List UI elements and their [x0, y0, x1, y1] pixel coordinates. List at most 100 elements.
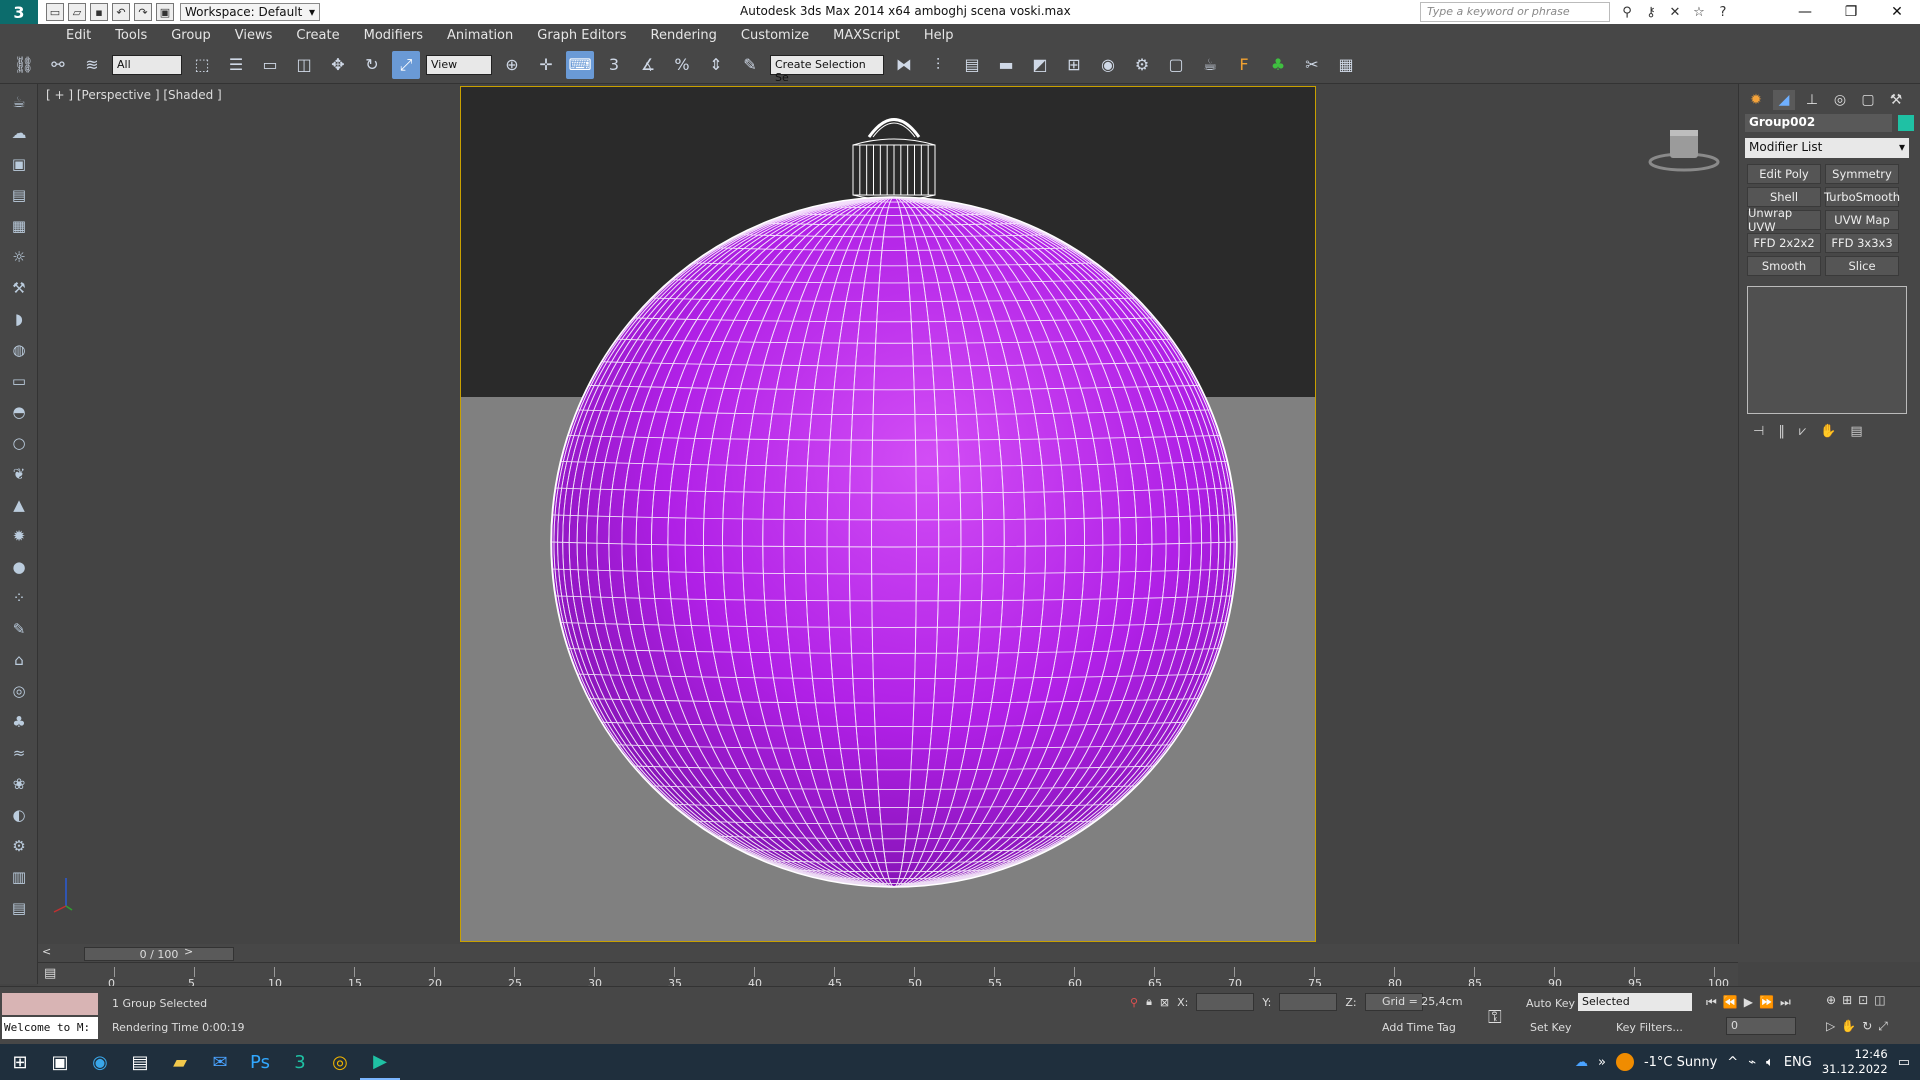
next-frame-icon[interactable]: > [184, 945, 193, 958]
teapot-icon[interactable]: ☕ [6, 89, 32, 115]
layer-manager-icon[interactable]: ▤ [958, 51, 986, 79]
mail-icon[interactable]: ✉ [200, 1044, 240, 1080]
reference-coordinate-dropdown[interactable]: View [426, 54, 492, 75]
percent-snap-icon[interactable]: % [668, 51, 696, 79]
sphere-icon[interactable]: ○ [6, 430, 32, 456]
chevron-up-icon[interactable]: ^ [1727, 1055, 1738, 1070]
ear-icon[interactable]: ◗ [6, 306, 32, 332]
edit-poly-button[interactable]: Edit Poly [1747, 164, 1821, 184]
open-file-icon[interactable]: ▱ [68, 3, 86, 21]
menu-create[interactable]: Create [284, 28, 351, 43]
table-icon[interactable]: ▦ [1332, 51, 1360, 79]
angle-snap-icon[interactable]: ∡ [634, 51, 662, 79]
grass-icon[interactable]: ❦ [6, 461, 32, 487]
cone-icon[interactable]: ▲ [6, 492, 32, 518]
turbosmooth-button[interactable]: TurboSmooth [1824, 187, 1900, 207]
restore-icon[interactable]: ❐ [1828, 0, 1874, 24]
redo-icon[interactable]: ↷ [134, 3, 152, 21]
binoculars-icon[interactable]: ⚲ [1618, 3, 1636, 21]
prev-frame-icon[interactable]: < [42, 945, 51, 958]
dome-icon[interactable]: ◓ [6, 399, 32, 425]
ribbon-toggle-icon[interactable]: ▬ [992, 51, 1020, 79]
zoom-extents-all-icon[interactable]: ◫ [1874, 993, 1885, 1007]
edit-named-selection-icon[interactable]: ✎ [736, 51, 764, 79]
menu-maxscript[interactable]: MAXScript [821, 28, 912, 43]
wrench-icon[interactable]: ⚒ [6, 275, 32, 301]
utilities-tab-icon[interactable]: ⚒ [1885, 90, 1907, 110]
pivot-center-icon[interactable]: ⊕ [498, 51, 526, 79]
rendered-frame-window-icon[interactable]: ▢ [1162, 51, 1190, 79]
menu-group[interactable]: Group [159, 28, 223, 43]
x-field[interactable] [1196, 993, 1255, 1011]
next-key-icon[interactable]: ⏩ [1759, 995, 1774, 1010]
pin-stack-icon[interactable]: ⊣ [1753, 424, 1764, 439]
y-field[interactable] [1279, 993, 1338, 1011]
display-tab-icon[interactable]: ▢ [1857, 90, 1879, 110]
3dsmax-active-icon[interactable]: ▶ [360, 1044, 400, 1080]
camera-icon[interactable]: ◍ [6, 337, 32, 363]
modifier-stack[interactable] [1747, 286, 1907, 414]
create-tab-icon[interactable]: ✹ [1745, 90, 1767, 110]
manipulate-icon[interactable]: ✛ [532, 51, 560, 79]
lock-icon[interactable]: 🔒︎ [1146, 995, 1152, 1009]
unwrap-uvw-button[interactable]: Unwrap UVW [1747, 206, 1821, 234]
align-icon[interactable]: ⫶ [924, 51, 952, 79]
menu-tools[interactable]: Tools [103, 28, 159, 43]
pan-icon[interactable]: ✋ [1841, 1019, 1856, 1034]
ffd-2x2x2-button[interactable]: FFD 2x2x2 [1747, 233, 1821, 253]
rectangular-selection-icon[interactable]: ▭ [256, 51, 284, 79]
render-production-icon[interactable]: ☕ [1196, 51, 1224, 79]
symmetry-button[interactable]: Symmetry [1825, 164, 1899, 184]
notifications-icon[interactable]: ▭ [1898, 1055, 1910, 1070]
sun-icon[interactable]: ✹ [6, 523, 32, 549]
current-frame-field[interactable]: 0 [1726, 1017, 1796, 1035]
star-icon[interactable]: ☆ [1690, 3, 1708, 21]
listener-input[interactable]: Welcome to M: [2, 1017, 98, 1039]
keyboard-shortcut-override-icon[interactable]: ⌨ [566, 50, 594, 79]
mini-curve-editor-icon[interactable]: ▤ [44, 966, 56, 981]
app-logo-icon[interactable]: 3 [0, 0, 38, 24]
sphere-shaded-icon[interactable]: ◐ [6, 802, 32, 828]
set-key-button[interactable]: Set Key [1530, 1021, 1572, 1034]
slice-button[interactable]: Slice [1825, 256, 1899, 276]
globe-icon[interactable]: ◎ [6, 678, 32, 704]
close-icon[interactable]: ✕ [1874, 0, 1920, 24]
new-file-icon[interactable]: ▭ [46, 3, 64, 21]
save-icon[interactable]: ▪ [90, 3, 108, 21]
menu-graph-editors[interactable]: Graph Editors [525, 28, 638, 43]
ffd-3x3x3-button[interactable]: FFD 3x3x3 [1825, 233, 1899, 253]
show-end-result-icon[interactable]: ‖ [1778, 424, 1785, 439]
viewcube[interactable] [1644, 122, 1724, 182]
search-input[interactable]: Type a keyword or phrase [1420, 2, 1610, 22]
tree-plugin-icon[interactable]: ♣ [1264, 51, 1292, 79]
undo-icon[interactable]: ↶ [112, 3, 130, 21]
plant-icon[interactable]: ♣ [6, 709, 32, 735]
taskview-icon[interactable]: ▣ [40, 1044, 80, 1080]
document-icon[interactable]: ▤ [6, 182, 32, 208]
fur-icon[interactable]: ❀ [6, 771, 32, 797]
select-by-name-icon[interactable]: ☰ [222, 51, 250, 79]
scripts-icon[interactable]: ▤ [6, 895, 32, 921]
play-icon[interactable]: ▶ [1744, 995, 1753, 1010]
snaps-toggle-icon[interactable]: 3 [600, 51, 628, 79]
modify-tab-icon[interactable]: ◢ [1773, 90, 1795, 110]
photoshop-icon[interactable]: Ps [240, 1044, 280, 1080]
perspective-viewport[interactable]: [ + ] [Perspective ] [Shaded ] [38, 84, 1735, 944]
object-color-swatch[interactable] [1898, 115, 1914, 131]
absolute-mode-icon[interactable]: ⊠ [1160, 996, 1169, 1009]
orbit-icon[interactable]: ↻ [1862, 1019, 1872, 1034]
maxscript-listener[interactable]: Welcome to M: [2, 993, 98, 1041]
weather-text[interactable]: -1°C Sunny [1644, 1055, 1717, 1070]
scale-icon[interactable]: ⤢ [392, 50, 420, 79]
link-icon[interactable]: ⛓ [10, 51, 38, 79]
network-icon[interactable]: ⌁ [1748, 1055, 1756, 1070]
render-icon[interactable]: ▥ [6, 864, 32, 890]
auto-key-button[interactable]: Auto Key [1526, 997, 1575, 1010]
menu-rendering[interactable]: Rendering [639, 28, 729, 43]
cloud-icon[interactable]: ☁ [6, 120, 32, 146]
onedrive-icon[interactable]: ☁ [1575, 1055, 1588, 1070]
forest-pack-icon[interactable]: F [1230, 51, 1258, 79]
workspace-dropdown[interactable]: Workspace: Default ▾ [180, 3, 320, 21]
zoom-all-icon[interactable]: ⊞ [1842, 993, 1852, 1007]
clock[interactable]: 12:46 31.12.2022 [1822, 1047, 1888, 1077]
